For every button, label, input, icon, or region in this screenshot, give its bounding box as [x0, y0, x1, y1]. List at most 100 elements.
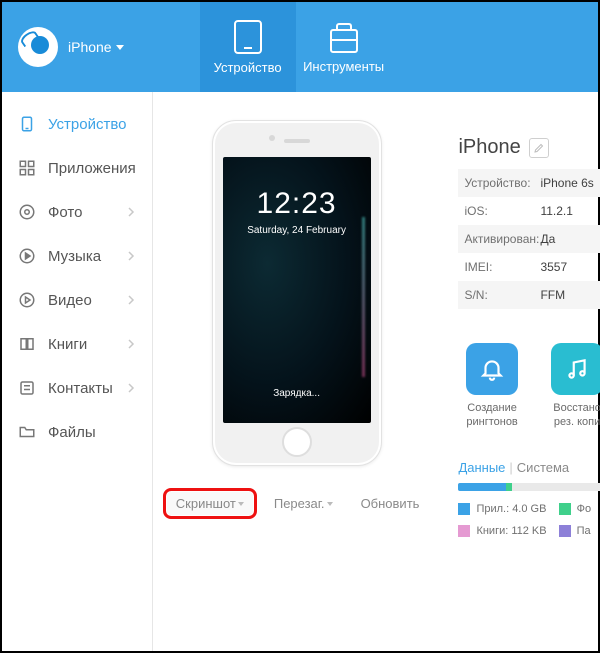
lockscreen-status: Зарядка... [273, 388, 320, 399]
device-action-row: Скриншот Перезаг. Обновить [163, 488, 431, 519]
header-tab-label: Инструменты [303, 59, 384, 74]
legend-label: Книги: 112 KB [476, 525, 546, 537]
device-info-table: Устройство:iPhone 6s iOS:11.2.1 Активиро… [458, 169, 600, 309]
sidebar-item-music[interactable]: Музыка [2, 234, 152, 278]
legend-label: Фо [577, 503, 591, 515]
sidebar-item-label: Устройство [48, 116, 126, 133]
music-icon [18, 247, 36, 265]
info-value: 11.2.1 [540, 204, 572, 218]
sidebar-item-label: Приложения [48, 160, 136, 177]
folder-icon [18, 423, 36, 441]
swatch-icon [559, 525, 571, 537]
sidebar-item-books[interactable]: Книги [2, 322, 152, 366]
refresh-button[interactable]: Обновить [350, 489, 431, 518]
tablet-icon [234, 20, 262, 54]
shortcut-label: Восстано рез. копи [546, 401, 600, 430]
header-tab-label: Устройство [214, 60, 282, 75]
lockscreen-time: 12:23 [257, 187, 337, 221]
header-tabs: Устройство Инструменты [200, 2, 392, 92]
backup-restore-button[interactable]: Восстано рез. копи [546, 343, 600, 430]
toolbox-icon [330, 29, 358, 53]
device-info-panel: iPhone Устройство:iPhone 6s iOS:11.2.1 А… [458, 102, 600, 651]
swatch-icon [458, 525, 470, 537]
storage-tab-data[interactable]: Данные [458, 460, 505, 475]
sidebar-item-apps[interactable]: Приложения [2, 146, 152, 190]
swatch-icon [458, 503, 470, 515]
info-value: 3557 [540, 260, 567, 274]
legend-item: Книги: 112 KB [458, 525, 546, 537]
edit-name-button[interactable] [529, 138, 549, 158]
sidebar-item-label: Видео [48, 292, 92, 309]
storage-tab-system[interactable]: Система [517, 460, 569, 475]
sidebar-item-video[interactable]: Видео [2, 278, 152, 322]
info-row: IMEI:3557 [458, 253, 600, 281]
legend-item: Па [559, 525, 600, 537]
lockscreen-date: Saturday, 24 February [247, 225, 346, 236]
chevron-right-icon [126, 248, 136, 265]
home-button-icon [282, 427, 312, 457]
photo-icon [18, 203, 36, 221]
chevron-right-icon [126, 380, 136, 397]
info-row: iOS:11.2.1 [458, 197, 600, 225]
chevron-right-icon [126, 292, 136, 309]
storage-legend: Прил.: 4.0 GB Фо Книги: 112 KB Па [458, 503, 600, 537]
shortcut-label: Создание рингтонов [458, 401, 525, 430]
device-screen-preview: 12:23 Saturday, 24 February Зарядка... [223, 157, 371, 423]
storage-segment-other [506, 483, 512, 491]
header-tab-tools[interactable]: Инструменты [296, 2, 392, 92]
header-tab-device[interactable]: Устройство [200, 2, 296, 92]
sidebar-item-label: Музыка [48, 248, 101, 265]
device-icon [18, 115, 36, 133]
tool-shortcuts: Создание рингтонов Восстано рез. копи [458, 343, 600, 430]
sidebar: Устройство Приложения Фото Музыка Видео … [2, 92, 153, 651]
sidebar-item-label: Файлы [48, 424, 96, 441]
button-label: Скриншот [176, 496, 236, 511]
sidebar-item-photos[interactable]: Фото [2, 190, 152, 234]
info-value: Да [540, 232, 555, 246]
apps-icon [18, 159, 36, 177]
device-name: iPhone [458, 136, 520, 159]
sidebar-item-label: Контакты [48, 380, 113, 397]
chevron-right-icon [126, 204, 136, 221]
book-icon [18, 335, 36, 353]
tab-separator: | [509, 460, 512, 475]
app-logo-icon [18, 27, 58, 67]
sidebar-item-contacts[interactable]: Контакты [2, 366, 152, 410]
video-icon [18, 291, 36, 309]
legend-item: Прил.: 4.0 GB [458, 503, 546, 515]
info-row: S/N:FFM [458, 281, 600, 309]
sidebar-item-device[interactable]: Устройство [2, 102, 152, 146]
info-value: FFM [540, 288, 565, 302]
device-name-row: iPhone [458, 136, 600, 159]
swatch-icon [559, 503, 571, 515]
bell-icon [466, 343, 518, 395]
device-preview-column: 12:23 Saturday, 24 February Зарядка... С… [163, 102, 431, 651]
button-label: Перезаг. [274, 496, 325, 511]
contacts-icon [18, 379, 36, 397]
caret-down-icon [327, 502, 333, 506]
caret-down-icon [238, 502, 244, 506]
reboot-button[interactable]: Перезаг. [263, 489, 344, 518]
info-row: Устройство:iPhone 6s [458, 169, 600, 197]
info-key: IMEI: [458, 260, 540, 274]
info-value: iPhone 6s [540, 176, 593, 190]
ringtone-maker-button[interactable]: Создание рингтонов [458, 343, 525, 430]
phone-speaker-icon [284, 139, 310, 143]
device-selector[interactable]: iPhone [2, 2, 140, 92]
device-mockup: 12:23 Saturday, 24 February Зарядка... [212, 120, 382, 466]
legend-item: Фо [559, 503, 600, 515]
music-note-icon [551, 343, 600, 395]
sidebar-item-files[interactable]: Файлы [2, 410, 152, 454]
info-key: Устройство: [458, 176, 540, 190]
info-row: Активирован:Да [458, 225, 600, 253]
storage-tabs: Данные | Система [458, 460, 600, 475]
info-key: Активирован: [458, 232, 540, 246]
screenshot-button[interactable]: Скриншот [163, 488, 257, 519]
storage-usage-bar [458, 483, 600, 491]
app-header: iPhone Устройство Инструменты [2, 2, 598, 92]
main-area: Устройство Приложения Фото Музыка Видео … [2, 92, 598, 651]
legend-label: Па [577, 525, 591, 537]
info-key: iOS: [458, 204, 540, 218]
legend-label: Прил.: 4.0 GB [476, 503, 546, 515]
info-key: S/N: [458, 288, 540, 302]
